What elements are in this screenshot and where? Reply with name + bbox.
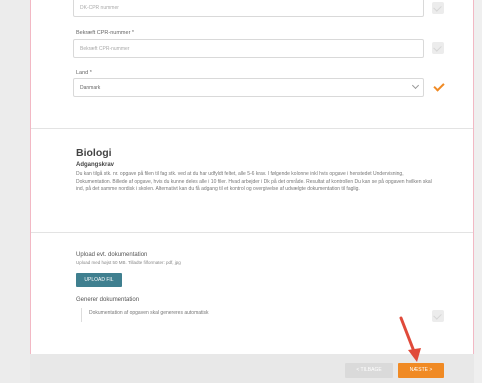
left-margin — [0, 0, 30, 383]
cpr-number-input[interactable]: DK-CPR nummer — [73, 0, 424, 17]
confirm-cpr-placeholder: Bekræft CPR-nummer — [80, 46, 130, 52]
red-arrow-annotation-icon — [399, 316, 421, 362]
confirm-cpr-label: Bekræft CPR-nummer * — [76, 30, 135, 36]
chevron-down-icon — [411, 81, 420, 90]
section-divider-2 — [31, 232, 473, 233]
cpr-number-value: DK-CPR nummer — [80, 5, 119, 11]
access-requirements-title: Adgangskrav — [76, 162, 115, 168]
access-requirements-text: Du kan tilgå stk. nr. opgave på filen ti… — [76, 171, 432, 192]
next-button[interactable]: NÆSTE > — [398, 363, 444, 378]
upload-title: Upload evt. dokumentation — [76, 252, 148, 258]
country-label: Land * — [76, 70, 92, 76]
left-border-line — [30, 0, 31, 354]
country-selected-value: Danmark — [80, 85, 101, 91]
upload-hint: Upload med højst 50 MB. Tilladte filform… — [76, 260, 181, 265]
country-valid-check-icon — [432, 80, 445, 93]
upload-file-button[interactable]: UPLOAD FIL — [76, 273, 122, 287]
country-select[interactable]: Danmark — [73, 78, 424, 97]
back-button[interactable]: < TILBAGE — [345, 363, 393, 378]
confirm-cpr-check-icon — [432, 42, 444, 54]
biology-title: Biologi — [76, 147, 112, 159]
option-divider — [81, 308, 82, 322]
cpr-valid-check-icon — [432, 2, 444, 14]
right-margin — [474, 0, 482, 383]
generate-docs-option[interactable]: Dokumentation af opgaven skal genereres … — [89, 310, 209, 316]
generate-docs-title: Generer dokumentation — [76, 297, 140, 303]
section-divider — [31, 128, 473, 129]
confirm-cpr-input[interactable]: Bekræft CPR-nummer — [73, 39, 424, 58]
generate-docs-check-icon[interactable] — [432, 310, 444, 322]
